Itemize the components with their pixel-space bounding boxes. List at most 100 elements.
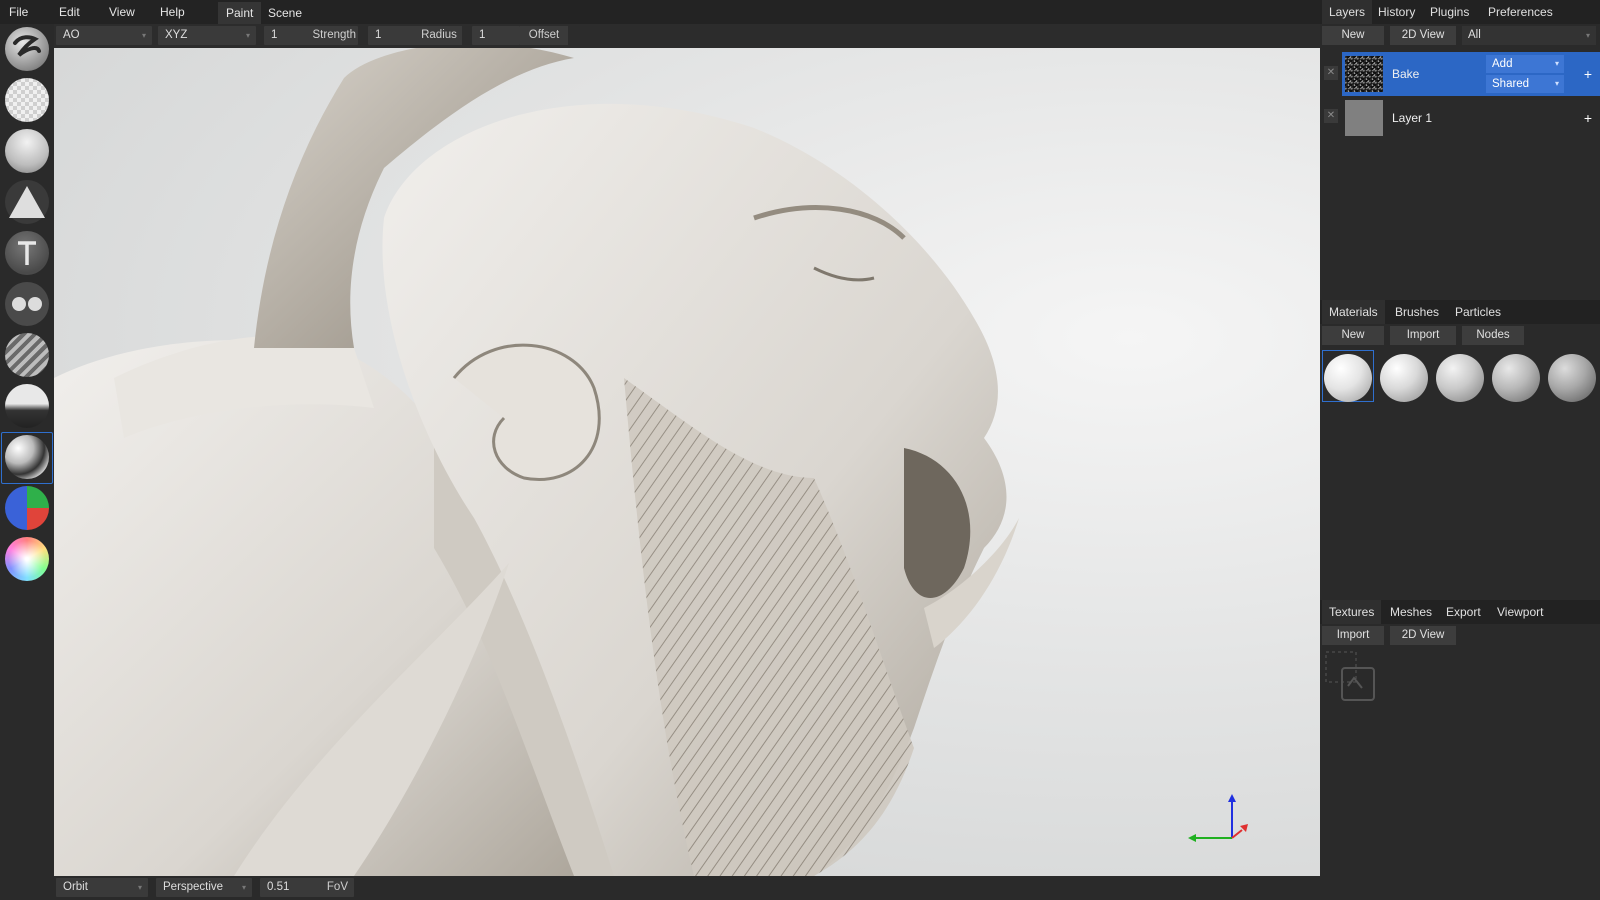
textures-tabs: Textures Meshes Export Viewport [1320, 600, 1600, 624]
layer-row-layer-1[interactable]: Layer 1 + [1342, 96, 1600, 140]
material-slot-3[interactable] [1436, 354, 1484, 402]
tab-layers[interactable]: Layers [1322, 0, 1373, 24]
radius-label: Radius [416, 26, 462, 45]
particle-tool-icon[interactable] [5, 384, 49, 428]
bake-tool-icon[interactable] [5, 435, 49, 479]
chevron-down-icon: ▾ [1554, 79, 1559, 88]
textures-2d-view-button[interactable]: 2D View [1390, 626, 1456, 645]
layer-expand-icon[interactable]: + [1584, 52, 1592, 96]
offset-slider[interactable]: 1 [472, 26, 520, 45]
tab-scene[interactable]: Scene [260, 2, 310, 24]
chevron-down-icon: ▾ [245, 31, 250, 40]
axis-gizmo [1188, 794, 1248, 842]
chevron-down-icon: ▾ [1554, 59, 1559, 68]
layers-panel: New 2D View All ▾ ✕ Bake Add ▾ Shared ▾ … [1320, 24, 1600, 300]
bake-type-select[interactable]: AO ▾ [56, 26, 152, 45]
radius-slider[interactable]: 1 [368, 26, 418, 45]
tab-particles[interactable]: Particles [1448, 300, 1508, 324]
layer-thumbnail [1345, 100, 1383, 136]
eraser-tool-icon[interactable] [5, 78, 49, 122]
layer-blend-select[interactable]: Add ▾ [1486, 55, 1564, 73]
layer-thumbnail [1345, 56, 1383, 92]
delete-layer-bake-icon[interactable]: ✕ [1324, 66, 1338, 80]
strength-label: Strength [312, 29, 356, 41]
clone-tool-icon[interactable] [5, 282, 49, 326]
import-material-button[interactable]: Import [1390, 326, 1456, 345]
menu-view[interactable]: View [109, 0, 135, 24]
chevron-down-icon: ▾ [1585, 31, 1590, 40]
layers-tabs: Layers History Plugins Preferences [1320, 0, 1600, 24]
sculpted-model [54, 48, 1019, 876]
layer-row-bake[interactable]: Bake Add ▾ Shared ▾ + [1342, 52, 1600, 96]
menu-help[interactable]: Help [160, 0, 185, 24]
decal-tool-icon[interactable] [5, 180, 49, 224]
projection-value: Perspective [163, 881, 224, 893]
tab-viewport[interactable]: Viewport [1490, 600, 1550, 624]
chevron-down-icon: ▾ [137, 883, 142, 892]
material-slot-5[interactable] [1548, 354, 1596, 402]
bottom-bar: Orbit ▾ Perspective ▾ 0.51 FoV [54, 876, 1320, 900]
projection-select[interactable]: Perspective ▾ [156, 878, 252, 897]
brush-stroke-icon [13, 35, 41, 57]
colorid-tool-icon[interactable] [5, 486, 49, 530]
right-panel: Layers History Plugins Preferences New 2… [1320, 0, 1600, 900]
materials-tabs: Materials Brushes Particles [1320, 300, 1600, 324]
camera-mode-select[interactable]: Orbit ▾ [56, 878, 148, 897]
tab-export[interactable]: Export [1439, 600, 1488, 624]
axis-value: XYZ [165, 29, 188, 41]
chevron-down-icon: ▾ [141, 31, 146, 40]
radius-value: 1 [375, 29, 382, 41]
tab-history[interactable]: History [1371, 0, 1422, 24]
fov-value: 0.51 [267, 881, 290, 893]
brush-tool-icon[interactable] [5, 27, 49, 71]
tab-meshes[interactable]: Meshes [1383, 600, 1439, 624]
layer-name-layer-1: Layer 1 [1392, 111, 1433, 125]
layer-expand-icon[interactable]: + [1584, 96, 1592, 140]
materials-panel: New Import Nodes [1320, 324, 1600, 600]
dots-icon [12, 297, 42, 311]
delete-layer-1-icon[interactable]: ✕ [1324, 109, 1338, 123]
chevron-down-icon: ▾ [241, 883, 246, 892]
fill-tool-icon[interactable] [5, 129, 49, 173]
tab-textures[interactable]: Textures [1322, 600, 1382, 624]
picker-tool-icon[interactable] [5, 537, 49, 581]
tab-brushes[interactable]: Brushes [1388, 300, 1446, 324]
triangle-icon [9, 186, 45, 218]
tab-materials[interactable]: Materials [1322, 300, 1385, 324]
fov-label: FoV [326, 881, 348, 893]
tool-bar [0, 24, 54, 900]
nodes-button[interactable]: Nodes [1462, 326, 1524, 345]
material-grid [1320, 348, 1600, 408]
menu-edit[interactable]: Edit [59, 0, 80, 24]
axis-select[interactable]: XYZ ▾ [158, 26, 256, 45]
bake-type-value: AO [63, 29, 80, 41]
camera-mode-value: Orbit [63, 881, 88, 893]
import-texture-button[interactable]: Import [1322, 626, 1384, 645]
drop-texture-icon [1325, 651, 1375, 701]
layers-2d-view-button[interactable]: 2D View [1390, 26, 1456, 45]
tab-paint[interactable]: Paint [218, 2, 262, 24]
material-slot-2[interactable] [1380, 354, 1428, 402]
tab-preferences[interactable]: Preferences [1481, 0, 1560, 24]
tab-plugins[interactable]: Plugins [1423, 0, 1476, 24]
new-material-button[interactable]: New [1322, 326, 1384, 345]
letter-t-icon [18, 241, 36, 265]
textures-panel: Import 2D View [1320, 624, 1600, 900]
layer-name-bake: Bake [1392, 67, 1420, 81]
layer-filter-select[interactable]: All ▾ [1462, 26, 1596, 45]
material-slot-1[interactable] [1324, 354, 1372, 402]
3d-viewport[interactable] [54, 48, 1320, 876]
layer-object-select[interactable]: Shared ▾ [1486, 75, 1564, 93]
strength-value: 1 [271, 29, 278, 41]
text-tool-icon[interactable] [5, 231, 49, 275]
offset-value: 1 [479, 29, 486, 41]
layer-filter-value: All [1468, 29, 1481, 41]
tool-options-bar: AO ▾ XYZ ▾ 1 Strength 1 Radius 1 Offset [54, 24, 1320, 48]
blur-tool-icon[interactable] [5, 333, 49, 377]
menu-file[interactable]: File [9, 0, 28, 24]
new-layer-button[interactable]: New [1322, 26, 1384, 45]
offset-label: Offset [520, 26, 568, 45]
layer-blend-value: Add [1492, 58, 1513, 70]
menu-bar: File Edit View Help Paint Scene [0, 0, 1320, 24]
material-slot-4[interactable] [1492, 354, 1540, 402]
